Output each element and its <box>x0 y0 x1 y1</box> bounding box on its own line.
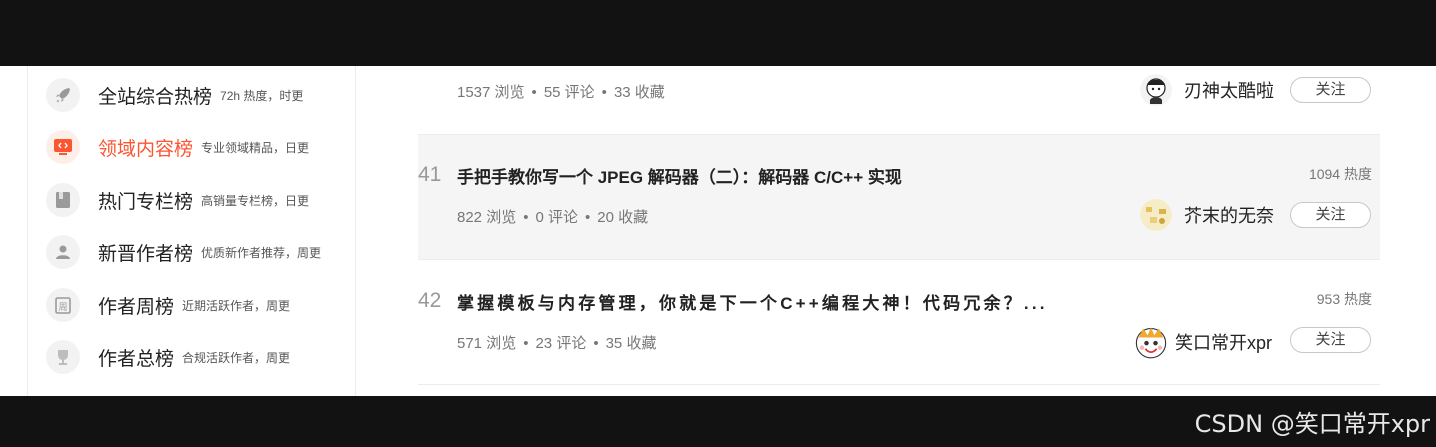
code-icon <box>46 130 80 164</box>
rocket-icon <box>46 78 80 112</box>
article-stats: 1537 浏览 • 55 评论 • 33 收藏 <box>457 81 665 102</box>
comments-count: 55 评论 <box>543 84 595 101</box>
article-row[interactable]: 1537 浏览 • 55 评论 • 33 收藏 刃神太酷啦 关注 <box>418 66 1380 134</box>
sidebar-item-author-total[interactable]: 作者总榜 合规活跃作者，周更 <box>46 339 346 375</box>
favorites-count: 35 收藏 <box>605 335 657 352</box>
separator: • <box>601 84 607 101</box>
favorites-count: 20 收藏 <box>597 209 649 226</box>
calendar-week-icon: 周 <box>46 288 80 322</box>
ranking-page: 全站综合热榜 72h 热度，时更 领域内容榜 专业领域精品，日更 热门专栏榜 高… <box>0 66 1436 396</box>
sidebar-item-subtitle: 优质新作者推荐，周更 <box>201 245 322 260</box>
views-count: 822 浏览 <box>457 209 517 226</box>
author-info[interactable]: 芥末的无奈 <box>1140 199 1274 231</box>
heat-score: 1094 热度 <box>1308 166 1372 182</box>
trophy-icon <box>46 340 80 374</box>
author-name[interactable]: 刃神太酷啦 <box>1184 77 1274 103</box>
sidebar-item-domain-content[interactable]: 领域内容榜 专业领域精品，日更 <box>46 129 346 165</box>
sidebar-item-label: 新晋作者榜 <box>98 243 194 265</box>
follow-button[interactable]: 关注 <box>1290 202 1371 228</box>
avatar <box>1140 74 1172 106</box>
watermark-text: CSDN @笑口常开xpr <box>1194 410 1430 438</box>
avatar <box>1135 327 1167 359</box>
article-row[interactable]: 41 手把手教你写一个 JPEG 解码器（二）：解码器 C/C++ 实现 109… <box>418 135 1380 259</box>
sidebar-item-site-hot[interactable]: 全站综合热榜 72h 热度，时更 <box>46 77 346 113</box>
sidebar-item-subtitle: 72h 热度，时更 <box>220 88 304 103</box>
user-icon <box>46 235 80 269</box>
sidebar-item-subtitle: 近期活跃作者，周更 <box>182 298 291 313</box>
article-stats: 571 浏览 • 23 评论 • 35 收藏 <box>457 332 656 353</box>
sidebar-item-label: 全站综合热榜 <box>98 86 213 108</box>
article-row[interactable]: 42 掌握模板与内存管理，你就是下一个C++编程大神！代码冗余？... 953 … <box>418 260 1380 384</box>
article-title[interactable]: 掌握模板与内存管理，你就是下一个C++编程大神！代码冗余？... <box>457 289 1048 314</box>
sidebar-item-label: 作者总榜 <box>98 348 175 370</box>
comments-count: 23 评论 <box>535 335 587 352</box>
rank-number: 41 <box>418 163 442 186</box>
ranking-sidebar: 全站综合热榜 72h 热度，时更 领域内容榜 专业领域精品，日更 热门专栏榜 高… <box>27 66 356 396</box>
comments-count: 0 评论 <box>535 209 578 226</box>
sidebar-item-subtitle: 合规活跃作者，周更 <box>182 350 291 365</box>
avatar <box>1140 199 1172 231</box>
author-info[interactable]: 笑口常开xpr <box>1133 324 1272 360</box>
author-info[interactable]: 刃神太酷啦 <box>1140 74 1274 106</box>
sidebar-item-subtitle: 专业领域精品，日更 <box>201 140 310 155</box>
separator: • <box>531 84 537 101</box>
separator: • <box>523 335 529 352</box>
sidebar-item-label: 领域内容榜 <box>98 138 194 160</box>
views-count: 1537 浏览 <box>457 84 525 101</box>
bottom-black-bar: CSDN @笑口常开xpr <box>0 396 1436 447</box>
favorites-count: 33 收藏 <box>613 84 665 101</box>
author-name[interactable]: 芥末的无奈 <box>1184 202 1274 228</box>
sidebar-item-label: 作者周榜 <box>98 296 175 318</box>
author-name[interactable]: 笑口常开xpr <box>1175 329 1272 355</box>
sidebar-item-new-author[interactable]: 新晋作者榜 优质新作者推荐，周更 <box>46 234 346 270</box>
sidebar-item-label: 热门专栏榜 <box>98 191 194 213</box>
heat-score: 953 热度 <box>1316 291 1372 307</box>
follow-button[interactable]: 关注 <box>1290 327 1371 353</box>
sidebar-item-subtitle: 高销量专栏榜，日更 <box>201 193 310 208</box>
divider <box>418 384 1380 385</box>
top-black-bar <box>0 0 1436 66</box>
sidebar-item-author-weekly[interactable]: 周 作者周榜 近期活跃作者，周更 <box>46 287 346 323</box>
article-stats: 822 浏览 • 0 评论 • 20 收藏 <box>457 206 648 227</box>
follow-button[interactable]: 关注 <box>1290 77 1371 103</box>
separator: • <box>523 209 529 226</box>
svg-text:周: 周 <box>58 302 67 313</box>
rank-number: 42 <box>418 289 442 312</box>
sidebar-item-hot-column[interactable]: 热门专栏榜 高销量专栏榜，日更 <box>46 182 346 218</box>
views-count: 571 浏览 <box>457 335 517 352</box>
article-title[interactable]: 手把手教你写一个 JPEG 解码器（二）：解码器 C/C++ 实现 <box>457 163 902 188</box>
separator: • <box>593 335 599 352</box>
separator: • <box>584 209 591 226</box>
book-icon <box>46 183 80 217</box>
